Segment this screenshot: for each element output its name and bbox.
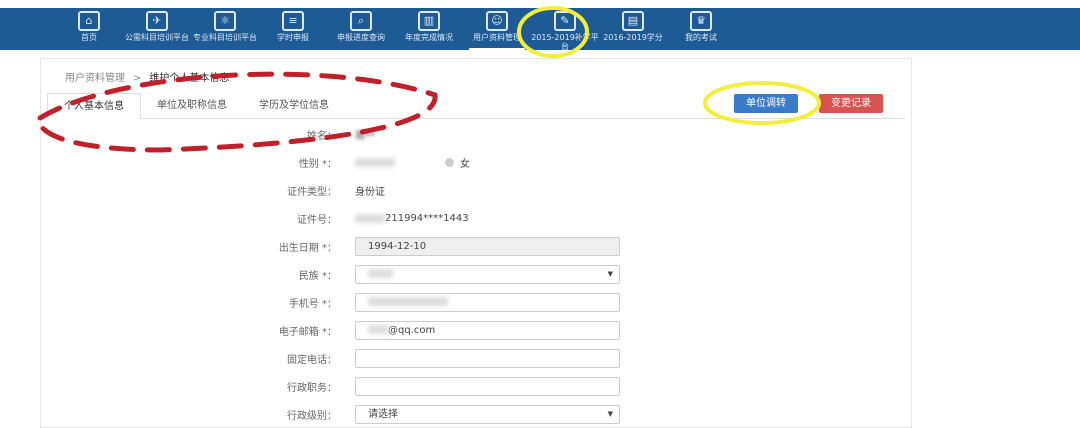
label: 民族 *：: [298, 270, 337, 282]
nav-item-6[interactable]: ☺ 用户资料管理: [463, 8, 531, 50]
gender-female-label: 女: [460, 158, 470, 170]
label: 手机号 *：: [288, 298, 337, 310]
top-nav: ⌂ 首页 ✈ 公需科目培训平台 ⚛ 专业科目培训平台 ≡ 学时申报 ⌕ 申报进度查询 ▥ 年度完成情况…: [0, 8, 1080, 51]
row-gender: 性别 *： 女: [260, 152, 470, 172]
books-icon: ▥: [418, 11, 440, 31]
label: 证件类型：: [287, 186, 337, 198]
row-id-number: 证件号： 211994****1443: [260, 208, 469, 228]
tab-unit-title-info[interactable]: 单位及职称信息: [141, 93, 243, 118]
id-number-value: 211994****1443: [385, 212, 469, 224]
birth-date-input[interactable]: 1994-12-10: [355, 236, 620, 256]
admin-level-value: 请选择: [368, 408, 398, 420]
unit-transfer-button[interactable]: 单位调转: [734, 94, 798, 113]
nav-item-5[interactable]: ▥ 年度完成情况: [395, 8, 463, 50]
landline-input[interactable]: [355, 348, 620, 368]
admin-post-input[interactable]: [355, 376, 620, 396]
atom-icon: ⚛: [214, 11, 236, 31]
row-landline: 固定电话：: [260, 348, 620, 368]
search-icon: ⌕: [350, 11, 372, 31]
change-history-button[interactable]: 变更记录: [819, 94, 883, 113]
nav-item-label: 公需科目培训平台: [125, 33, 189, 42]
row-admin-level: 行政级别： 请选择 ▼: [260, 404, 620, 424]
chevron-down-icon: ▼: [607, 409, 613, 418]
phone-input[interactable]: [355, 292, 620, 312]
nav-item-label: 专业科目培训平台: [193, 33, 257, 42]
chevron-down-icon: ▼: [607, 269, 613, 278]
tab-education-info[interactable]: 学历及学位信息: [243, 93, 345, 118]
label: 行政级别：: [287, 410, 337, 422]
graduate-icon: ♛: [690, 11, 712, 31]
nav-item-0[interactable]: ⌂ 首页: [55, 8, 123, 50]
row-phone: 手机号 *：: [260, 292, 620, 312]
redaction: [368, 325, 388, 334]
label: 证件号：: [297, 214, 337, 226]
nav-item-1[interactable]: ✈ 公需科目培训平台: [123, 8, 191, 50]
row-ethnic: 民族 *： ▼: [260, 264, 620, 284]
nav-item-label: 学时申报: [277, 33, 309, 42]
redaction: [368, 269, 393, 278]
nav-item-7[interactable]: ✎ 2015-2019补学平台: [531, 8, 599, 51]
nav-item-label: 用户资料管理: [473, 33, 521, 42]
ethnic-select[interactable]: ▼: [355, 264, 620, 284]
row-name: 姓名： 周**: [260, 124, 375, 144]
name-value: 周**: [355, 130, 375, 142]
email-input[interactable]: @qq.com: [355, 320, 620, 340]
id-type-value: 身份证: [355, 186, 385, 198]
nav-item-label: 首页: [81, 33, 97, 42]
label: 姓名：: [307, 130, 337, 142]
label: 出生日期 *：: [278, 242, 337, 254]
nav-item-4[interactable]: ⌕ 申报进度查询: [327, 8, 395, 50]
breadcrumb: 用户资料管理 > 维护个人基本信息: [65, 69, 237, 84]
redaction: [368, 297, 448, 306]
plane-board-icon: ✈: [146, 11, 168, 31]
breadcrumb-separator: >: [133, 73, 142, 84]
row-email: 电子邮箱 *： @qq.com: [260, 320, 620, 340]
admin-level-select[interactable]: 请选择 ▼: [355, 404, 620, 424]
nav-item-2[interactable]: ⚛ 专业科目培训平台: [191, 8, 259, 50]
home-icon: ⌂: [78, 11, 100, 31]
row-id-type: 证件类型： 身份证: [260, 180, 385, 200]
label: 性别 *：: [298, 158, 337, 170]
gender-male-radio[interactable]: [355, 157, 395, 167]
row-birth: 出生日期 *： 1994-12-10: [260, 236, 620, 256]
breadcrumb-current: 维护个人基本信息: [149, 73, 230, 84]
redaction: [355, 213, 385, 223]
nav-item-3[interactable]: ≡ 学时申报: [259, 8, 327, 50]
gender-female-radio[interactable]: [445, 157, 454, 167]
nav-item-9[interactable]: ♛ 我的考试: [667, 8, 735, 50]
nav-item-8[interactable]: ▤ 2016-2019学分: [599, 8, 667, 50]
email-value: @qq.com: [388, 324, 436, 336]
breadcrumb-parent[interactable]: 用户资料管理: [65, 73, 125, 84]
nav-item-label: 年度完成情况: [405, 33, 453, 42]
clipboard-icon: ▤: [622, 11, 644, 31]
row-admin-post: 行政职务：: [260, 376, 620, 396]
label: 固定电话：: [287, 354, 337, 366]
label: 电子邮箱 *：: [278, 326, 337, 338]
nav-item-label: 申报进度查询: [337, 33, 385, 42]
nav-item-label: 我的考试: [685, 33, 717, 42]
label: 行政职务：: [287, 382, 337, 394]
user-card-icon: ☺: [486, 11, 508, 31]
document-icon: ≡: [282, 11, 304, 31]
nav-item-label: 2016-2019学分: [603, 33, 663, 42]
tab-personal-info[interactable]: 个人基本信息: [47, 93, 141, 119]
nav-item-label: 2015-2019补学平台: [531, 33, 599, 51]
note-icon: ✎: [554, 11, 576, 31]
